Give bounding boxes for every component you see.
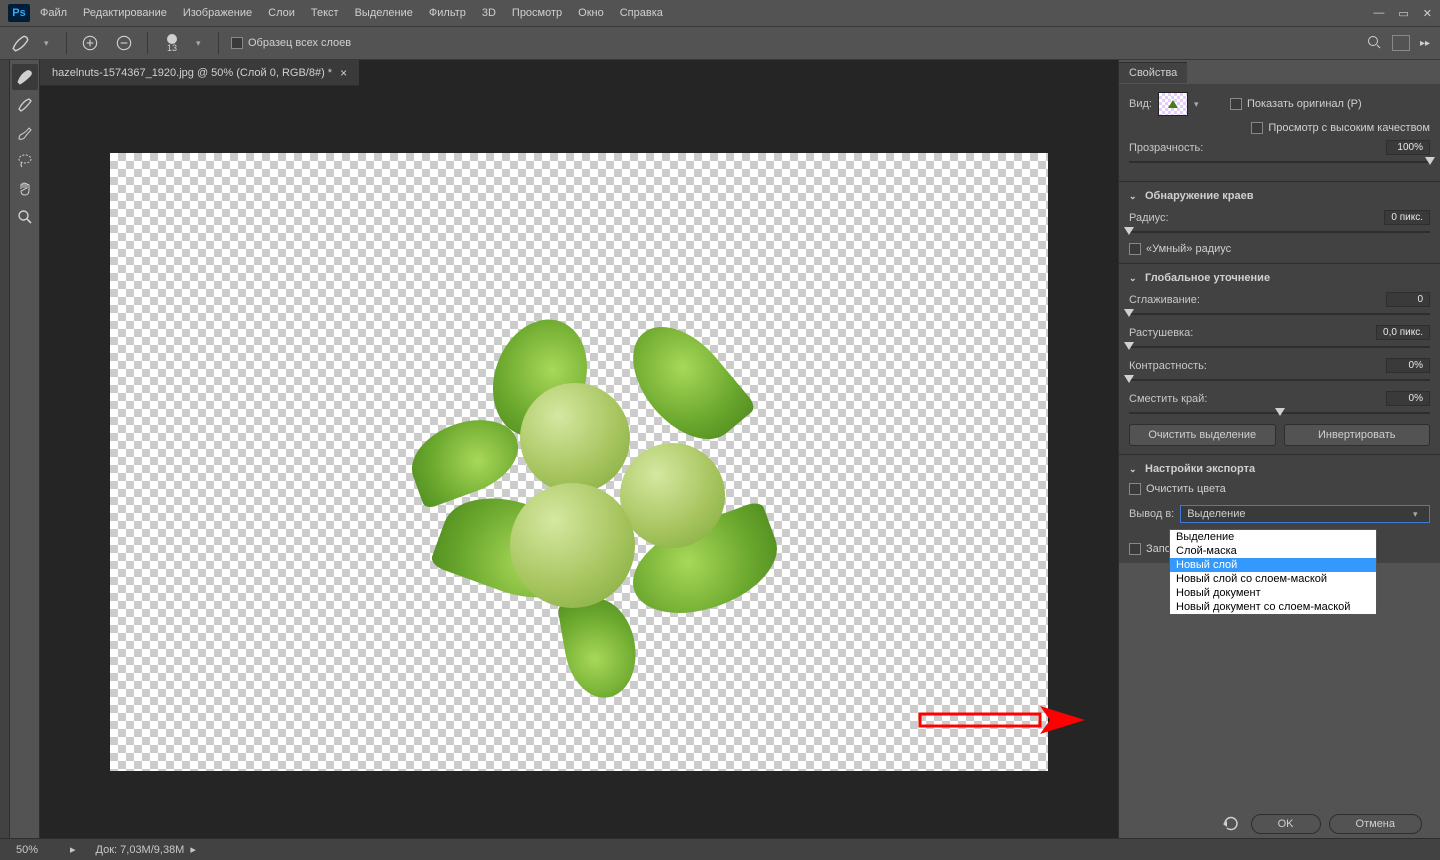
status-chevron-icon[interactable]: ▸ [190,843,196,856]
maximize-icon[interactable]: ▭ [1398,7,1408,20]
expand-panels-icon[interactable]: ▸▸ [1420,38,1430,49]
feather-value[interactable]: 0,0 пикс. [1376,325,1430,340]
document-tab[interactable]: hazelnuts-1574367_1920.jpg @ 50% (Слой 0… [40,60,359,86]
radius-slider[interactable] [1129,227,1430,237]
subtract-from-selection-icon[interactable] [113,32,135,54]
show-original-checkbox[interactable]: Показать оригинал (P) [1230,98,1362,110]
decontaminate-colors-checkbox[interactable]: Очистить цвета [1129,483,1226,495]
document-size: Док: 7,03M/9,38M [96,844,185,856]
contrast-label: Контрастность: [1129,360,1207,372]
zoom-level[interactable]: 50% [10,844,70,856]
smooth-value[interactable]: 0 [1386,292,1430,307]
shift-edge-label: Сместить край: [1129,393,1207,405]
menu-select[interactable]: Выделение [355,7,413,19]
brush-size-preview[interactable]: 13 [160,31,184,55]
add-to-selection-icon[interactable] [79,32,101,54]
annotation-arrow [920,706,1090,739]
chevron-down-icon: ▾ [1413,509,1423,520]
view-label: Вид: [1129,98,1152,110]
lasso-tool[interactable] [12,148,38,174]
radius-label: Радиус: [1129,212,1169,224]
dropdown-option[interactable]: Слой-маска [1170,544,1376,558]
dropdown-option[interactable]: Новый документ со слоем-маской [1170,600,1376,614]
zoom-tool[interactable] [12,204,38,230]
shift-edge-slider[interactable] [1129,408,1430,418]
chevron-down-icon[interactable]: ▾ [196,38,206,49]
opacity-slider[interactable] [1129,157,1430,167]
window-controls: — ▭ ✕ [1373,7,1432,20]
smooth-slider[interactable] [1129,309,1430,319]
opacity-value[interactable]: 100% [1386,140,1430,155]
title-bar: Ps Файл Редактирование Изображение Слои … [0,0,1440,26]
dialog-footer: OK Отмена [1219,814,1422,834]
smooth-label: Сглаживание: [1129,294,1200,306]
dropdown-option[interactable]: Выделение [1170,530,1376,544]
status-chevron-icon[interactable]: ▸ [70,843,76,856]
cancel-button[interactable]: Отмена [1329,814,1422,834]
refine-edge-brush-tool[interactable] [12,92,38,118]
ok-button[interactable]: OK [1251,814,1321,834]
workspace-switcher[interactable] [1392,35,1410,51]
brush-size-value: 13 [167,43,177,53]
smart-radius-checkbox[interactable]: «Умный» радиус [1129,243,1231,255]
main-workspace: hazelnuts-1574367_1920.jpg @ 50% (Слой 0… [0,60,1440,838]
toolbar [10,60,40,838]
edge-detection-section[interactable]: ⌄Обнаружение краев [1129,190,1430,202]
opacity-label: Прозрачность: [1129,142,1203,154]
global-refine-section[interactable]: ⌄Глобальное уточнение [1129,272,1430,284]
chevron-down-icon[interactable]: ▾ [44,38,54,49]
close-icon[interactable]: ✕ [1423,7,1432,20]
clear-selection-button[interactable]: Очистить выделение [1129,424,1276,446]
feather-label: Растушевка: [1129,327,1193,339]
menu-help[interactable]: Справка [620,7,663,19]
contrast-value[interactable]: 0% [1386,358,1430,373]
dropdown-option-selected[interactable]: Новый слой [1170,558,1376,572]
main-menu: Файл Редактирование Изображение Слои Тек… [40,7,663,19]
output-to-select[interactable]: Выделение ▾ [1180,505,1430,523]
menu-view[interactable]: Просмотр [512,7,562,19]
left-collapse-strip[interactable] [0,60,10,838]
search-icon[interactable] [1366,34,1382,53]
menu-window[interactable]: Окно [578,7,604,19]
properties-tab[interactable]: Свойства [1119,62,1187,83]
close-tab-icon[interactable]: × [340,66,347,80]
output-to-dropdown: Выделение Слой-маска Новый слой Новый сл… [1169,529,1377,615]
dropdown-option[interactable]: Новый слой со слоем-маской [1170,572,1376,586]
invert-button[interactable]: Инвертировать [1284,424,1431,446]
menu-image[interactable]: Изображение [183,7,252,19]
tool-preset-icon[interactable] [10,32,32,54]
menu-3d[interactable]: 3D [482,7,496,19]
shift-edge-value[interactable]: 0% [1386,391,1430,406]
canvas[interactable] [110,153,1048,771]
reset-icon[interactable] [1219,815,1243,833]
minimize-icon[interactable]: — [1373,7,1384,20]
menu-filter[interactable]: Фильтр [429,7,466,19]
options-bar: ▾ 13 ▾ Образец всех слоев ▸▸ [0,26,1440,60]
feather-slider[interactable] [1129,342,1430,352]
menu-edit[interactable]: Редактирование [83,7,167,19]
high-quality-checkbox[interactable]: Просмотр с высоким качеством [1251,122,1430,134]
contrast-slider[interactable] [1129,375,1430,385]
dropdown-option[interactable]: Новый документ [1170,586,1376,600]
quick-selection-tool[interactable] [12,64,38,90]
sample-all-layers-checkbox[interactable]: Образец всех слоев [231,37,351,49]
export-settings-section[interactable]: ⌄Настройки экспорта [1129,463,1430,475]
properties-panel: Свойства Вид: ▾ Показать оригинал (P) Пр… [1118,60,1440,838]
brush-tool[interactable] [12,120,38,146]
menu-layers[interactable]: Слои [268,7,295,19]
chevron-down-icon[interactable]: ▾ [1194,99,1204,110]
menu-text[interactable]: Текст [311,7,339,19]
output-to-label: Вывод в: [1129,508,1174,520]
menu-file[interactable]: Файл [40,7,67,19]
view-thumbnail[interactable] [1158,92,1188,116]
document-tab-title: hazelnuts-1574367_1920.jpg @ 50% (Слой 0… [52,67,332,79]
hand-tool[interactable] [12,176,38,202]
app-logo: Ps [8,4,30,22]
image-content [400,283,800,683]
status-bar: 50% ▸ Док: 7,03M/9,38M ▸ [0,838,1440,860]
radius-value[interactable]: 0 пикс. [1384,210,1430,225]
